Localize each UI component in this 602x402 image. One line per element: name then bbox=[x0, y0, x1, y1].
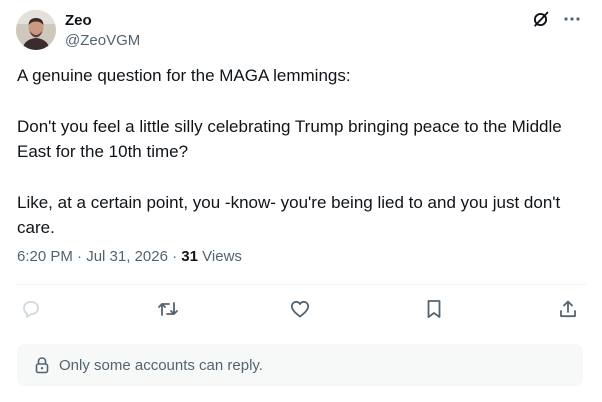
bookmark-button[interactable] bbox=[421, 296, 447, 322]
like-button[interactable] bbox=[287, 296, 313, 322]
display-name[interactable]: Zeo bbox=[65, 12, 140, 30]
tweet-header: Zeo @ZeoVGM bbox=[16, 10, 586, 54]
reply-restriction-text: Only some accounts can reply. bbox=[59, 356, 263, 374]
handle[interactable]: @ZeoVGM bbox=[65, 31, 140, 51]
divider bbox=[16, 284, 586, 285]
tweet-paragraph: Like, at a certain point, you -know- you… bbox=[17, 193, 561, 237]
more-icon[interactable] bbox=[564, 16, 580, 22]
avatar[interactable] bbox=[16, 10, 56, 50]
bookmark-icon bbox=[426, 299, 442, 319]
tweet: Zeo @ZeoVGM A genuine question for the M… bbox=[0, 0, 602, 402]
tweet-meta: 6:20 PM · Jul 31, 2026 · 31 Views bbox=[17, 247, 242, 267]
tweet-actions bbox=[16, 296, 586, 322]
reply-icon bbox=[21, 299, 41, 319]
views-count: 31 bbox=[181, 248, 198, 265]
retweet-icon bbox=[157, 299, 179, 319]
share-button[interactable] bbox=[555, 296, 581, 322]
views-label: Views bbox=[202, 248, 242, 265]
share-icon bbox=[558, 299, 578, 319]
author-names: Zeo @ZeoVGM bbox=[65, 12, 140, 54]
tweet-paragraph: A genuine question for the MAGA lemmings… bbox=[17, 66, 351, 85]
tweet-text: A genuine question for the MAGA lemmings… bbox=[17, 63, 587, 240]
like-icon bbox=[290, 300, 310, 318]
meta-separator: · bbox=[172, 248, 178, 265]
tweet-paragraph: Don't you feel a little silly celebratin… bbox=[17, 117, 562, 161]
grok-icon[interactable] bbox=[532, 10, 550, 28]
lock-icon bbox=[34, 356, 50, 374]
reply-restriction-banner: Only some accounts can reply. bbox=[17, 344, 583, 386]
tweet-date[interactable]: Jul 31, 2026 bbox=[86, 248, 168, 265]
header-actions bbox=[532, 10, 580, 28]
tweet-time[interactable]: 6:20 PM bbox=[17, 248, 73, 265]
reply-button[interactable] bbox=[18, 296, 44, 322]
meta-separator: · bbox=[77, 248, 83, 265]
retweet-button[interactable] bbox=[155, 296, 181, 322]
